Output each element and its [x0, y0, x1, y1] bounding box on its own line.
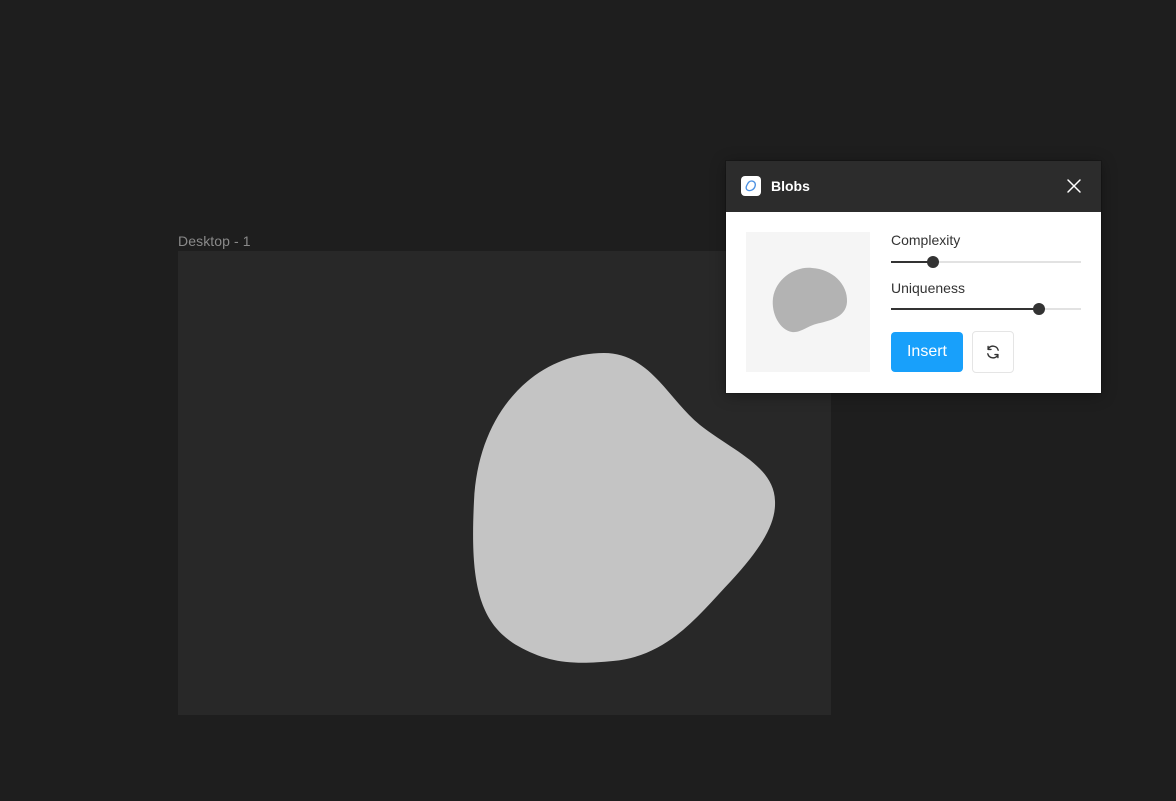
plugin-title: Blobs	[771, 178, 810, 194]
blob-preview	[746, 232, 870, 372]
inserted-blob-shape[interactable]	[473, 353, 776, 663]
plugin-header: Blobs	[726, 161, 1101, 212]
complexity-slider[interactable]	[891, 255, 1081, 269]
slider-thumb[interactable]	[1033, 303, 1045, 315]
refresh-icon	[987, 345, 999, 359]
complexity-label: Complexity	[891, 232, 961, 248]
insert-button[interactable]: Insert	[891, 332, 963, 372]
blob-logo-icon	[741, 176, 761, 196]
preview-blob-container	[772, 267, 848, 333]
uniqueness-slider[interactable]	[891, 302, 1081, 316]
preview-blob-shape	[772, 267, 848, 333]
frame-label[interactable]: Desktop - 1	[178, 233, 251, 249]
slider-thumb[interactable]	[927, 256, 939, 268]
slider-fill	[891, 308, 1039, 310]
figma-canvas[interactable]: Desktop - 1 Blobs Complexity Uniqueness …	[0, 0, 1176, 801]
refresh-button[interactable]	[972, 331, 1014, 373]
uniqueness-label: Uniqueness	[891, 280, 965, 296]
blobs-plugin-window: Blobs Complexity Uniqueness Insert	[726, 161, 1101, 393]
close-icon[interactable]	[1065, 177, 1083, 195]
